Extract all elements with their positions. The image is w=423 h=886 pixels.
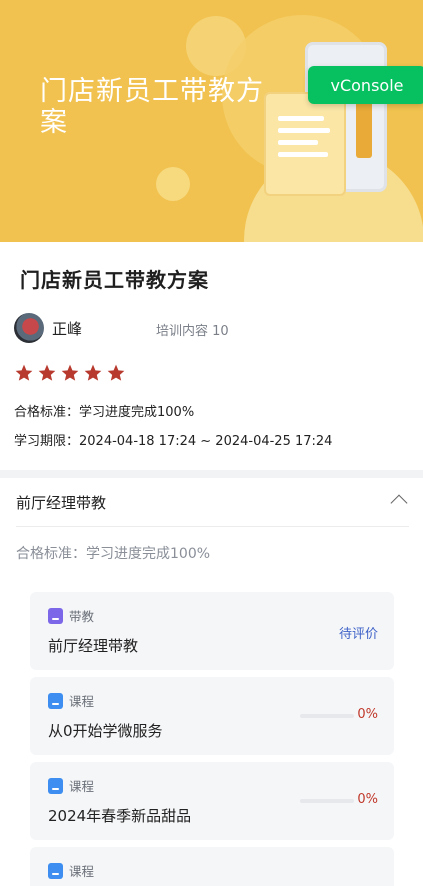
section-title[interactable]: 前厅经理带教 xyxy=(16,492,106,513)
item-name: 2024年春季新品甜品 xyxy=(48,807,192,825)
progress-text: 0% xyxy=(357,792,378,807)
course-icon xyxy=(48,777,63,794)
list-item-course[interactable]: 课程 2024年春季新品甜品 0% xyxy=(30,762,394,840)
star-icon xyxy=(38,364,56,381)
vconsole-button[interactable]: vConsole xyxy=(308,66,423,104)
star-icon xyxy=(107,364,125,381)
banner-title: 门店新员工带教方案 xyxy=(40,76,264,138)
page-title: 门店新员工带教方案 xyxy=(20,268,209,292)
avatar xyxy=(14,313,44,343)
item-type: 课程 xyxy=(48,691,94,710)
course-icon xyxy=(48,692,63,709)
course-icon xyxy=(48,862,63,879)
section-standard: 合格标准：学习进度完成100% xyxy=(16,546,211,562)
chevron-up-icon[interactable] xyxy=(390,494,408,512)
item-type: 课程 xyxy=(48,861,94,880)
progress-bar xyxy=(300,799,354,803)
progress-text: 0% xyxy=(357,707,378,722)
item-name: 前厅经理带教 xyxy=(48,637,139,655)
divider xyxy=(16,526,409,527)
study-period: 学习期限：2024-04-18 17:24 ~ 2024-04-25 17:24 xyxy=(14,434,333,449)
list-item-teaching[interactable]: 带教 前厅经理带教 待评价 xyxy=(30,592,394,670)
section-divider xyxy=(0,470,423,478)
course-banner: 门店新员工带教方案 xyxy=(0,0,423,242)
phone-illustration-bar xyxy=(356,96,372,158)
list-item-course[interactable]: 课程 xyxy=(30,847,394,886)
qualification-standard: 合格标准：学习进度完成100% xyxy=(14,405,195,420)
document-illustration xyxy=(264,92,346,196)
star-rating xyxy=(14,363,126,383)
teach-icon xyxy=(48,607,63,624)
decor-circle xyxy=(156,167,190,201)
item-type: 课程 xyxy=(48,776,94,795)
star-icon xyxy=(61,364,79,381)
star-icon xyxy=(84,364,102,381)
item-type-label: 课程 xyxy=(69,864,95,879)
item-type-label: 课程 xyxy=(69,779,95,794)
progress-bar xyxy=(300,714,354,718)
training-count: 培训内容 10 xyxy=(156,324,229,339)
item-type-label: 带教 xyxy=(69,609,95,624)
author-name: 正峰 xyxy=(52,320,83,338)
document-line xyxy=(278,128,330,133)
document-line xyxy=(278,140,318,145)
document-line xyxy=(278,152,328,157)
pending-review-link[interactable]: 待评价 xyxy=(339,623,378,642)
item-type: 带教 xyxy=(48,606,94,625)
document-line xyxy=(278,116,324,121)
item-type-label: 课程 xyxy=(69,694,95,709)
item-name: 从0开始学微服务 xyxy=(48,722,163,740)
list-item-course[interactable]: 课程 从0开始学微服务 0% xyxy=(30,677,394,755)
star-icon xyxy=(15,364,33,381)
